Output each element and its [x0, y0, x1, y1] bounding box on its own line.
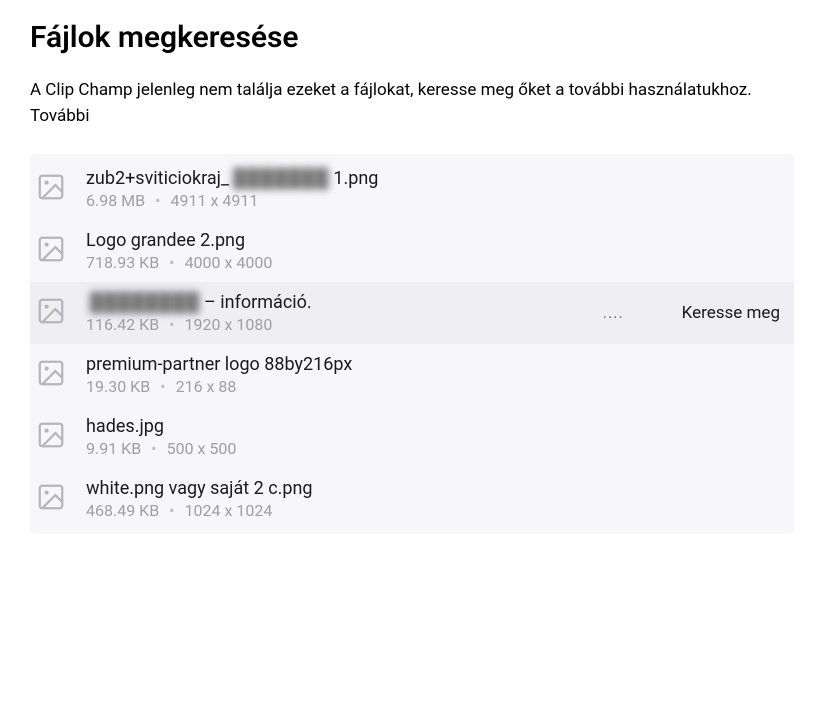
- page-description: A Clip Champ jelenleg nem találja ezeket…: [30, 77, 770, 130]
- file-name: hades.jpg: [86, 416, 780, 437]
- file-name: ████████ – információ.: [86, 292, 595, 313]
- file-dimensions: 4000 x 4000: [185, 253, 273, 272]
- file-info: premium-partner logo 88by216px 19.30 KB …: [86, 354, 780, 396]
- file-meta: 6.98 MB • 4911 x 4911: [86, 191, 780, 210]
- file-name: premium-partner logo 88by216px: [86, 354, 780, 375]
- file-row[interactable]: premium-partner logo 88by216px 19.30 KB …: [30, 344, 794, 406]
- image-icon: [36, 172, 66, 202]
- file-row[interactable]: zub2+sviticiokraj_ ███████ 1.png 6.98 MB…: [30, 158, 794, 220]
- file-info: white.png vagy saját 2 c.png 468.49 KB •…: [86, 478, 780, 520]
- file-info: zub2+sviticiokraj_ ███████ 1.png 6.98 MB…: [86, 168, 780, 210]
- file-name: Logo grandee 2.png: [86, 230, 780, 251]
- image-icon: [36, 234, 66, 264]
- file-meta: 468.49 KB • 1024 x 1024: [86, 501, 780, 520]
- file-meta: 9.91 KB • 500 x 500: [86, 439, 780, 458]
- file-size: 9.91 KB: [86, 439, 141, 458]
- row-actions: .... Keresse meg: [595, 299, 780, 326]
- file-size: 718.93 KB: [86, 253, 159, 272]
- file-row[interactable]: white.png vagy saját 2 c.png 468.49 KB •…: [30, 468, 794, 530]
- image-icon: [36, 296, 66, 326]
- file-row[interactable]: ████████ – információ. 116.42 KB • 1920 …: [30, 282, 794, 344]
- file-info: ████████ – információ. 116.42 KB • 1920 …: [86, 292, 595, 334]
- file-size: 19.30 KB: [86, 377, 150, 396]
- file-meta: 116.42 KB • 1920 x 1080: [86, 315, 595, 334]
- more-icon[interactable]: ....: [595, 299, 632, 326]
- page-title: Fájlok megkeresése: [30, 20, 794, 55]
- file-dimensions: 4911 x 4911: [171, 191, 259, 210]
- file-name: zub2+sviticiokraj_ ███████ 1.png: [86, 168, 780, 189]
- file-dimensions: 500 x 500: [167, 439, 237, 458]
- locate-button[interactable]: Keresse meg: [682, 303, 780, 323]
- image-icon: [36, 358, 66, 388]
- file-row[interactable]: Logo grandee 2.png 718.93 KB • 4000 x 40…: [30, 220, 794, 282]
- file-list: zub2+sviticiokraj_ ███████ 1.png 6.98 MB…: [30, 154, 794, 534]
- file-meta: 19.30 KB • 216 x 88: [86, 377, 780, 396]
- file-dimensions: 216 x 88: [176, 377, 237, 396]
- file-info: hades.jpg 9.91 KB • 500 x 500: [86, 416, 780, 458]
- file-meta: 718.93 KB • 4000 x 4000: [86, 253, 780, 272]
- file-row[interactable]: hades.jpg 9.91 KB • 500 x 500: [30, 406, 794, 468]
- image-icon: [36, 420, 66, 450]
- image-icon: [36, 482, 66, 512]
- file-size: 468.49 KB: [86, 501, 159, 520]
- file-dimensions: 1024 x 1024: [185, 501, 273, 520]
- file-info: Logo grandee 2.png 718.93 KB • 4000 x 40…: [86, 230, 780, 272]
- file-size: 116.42 KB: [86, 315, 159, 334]
- file-dimensions: 1920 x 1080: [185, 315, 273, 334]
- file-name: white.png vagy saját 2 c.png: [86, 478, 780, 499]
- file-size: 6.98 MB: [86, 191, 145, 210]
